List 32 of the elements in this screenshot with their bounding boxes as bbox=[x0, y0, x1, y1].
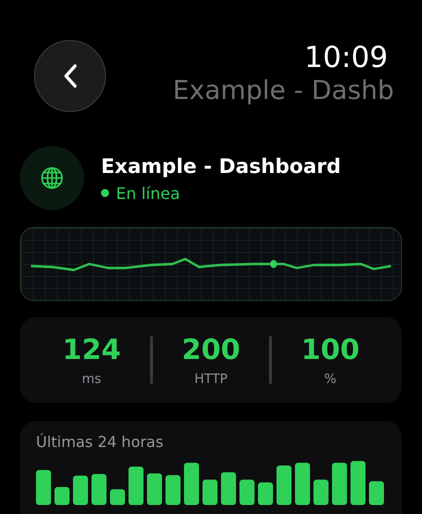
chart-bar bbox=[128, 466, 144, 505]
chart-bar bbox=[221, 472, 236, 505]
status-label: En línea bbox=[116, 184, 180, 202]
chart-bar bbox=[258, 482, 273, 505]
stat-unit: HTTP bbox=[194, 372, 228, 386]
chart-bar bbox=[36, 470, 51, 505]
stat-unit: % bbox=[324, 372, 337, 386]
chart-bar bbox=[147, 473, 162, 505]
site-name: Example - Dashboard bbox=[101, 154, 341, 178]
stat-value: 100 bbox=[301, 334, 360, 366]
history-title: Últimas 24 horas bbox=[36, 433, 164, 451]
chart-bar bbox=[350, 461, 366, 505]
chart-bar bbox=[240, 480, 254, 505]
stat-value: 200 bbox=[182, 334, 240, 366]
chart-bar bbox=[276, 466, 292, 505]
chart-bar bbox=[369, 481, 384, 505]
globe-icon bbox=[40, 166, 64, 190]
chart-bar bbox=[166, 475, 180, 505]
stat-value: 124 bbox=[62, 334, 121, 366]
chart-bar bbox=[110, 489, 125, 505]
chart-bar bbox=[314, 480, 328, 505]
clock: 10:09 bbox=[304, 40, 388, 74]
chart-bar bbox=[202, 480, 218, 505]
chart-bar bbox=[184, 462, 199, 505]
chart-bar bbox=[73, 476, 88, 505]
stat-unit: ms bbox=[82, 372, 102, 386]
chart-bar bbox=[54, 486, 70, 505]
nav-title: Example - Dashb bbox=[172, 75, 394, 108]
chart-bar bbox=[332, 462, 347, 505]
chart-bar bbox=[295, 462, 310, 505]
chart-bar bbox=[92, 474, 106, 505]
chevron-left-icon bbox=[63, 64, 77, 88]
